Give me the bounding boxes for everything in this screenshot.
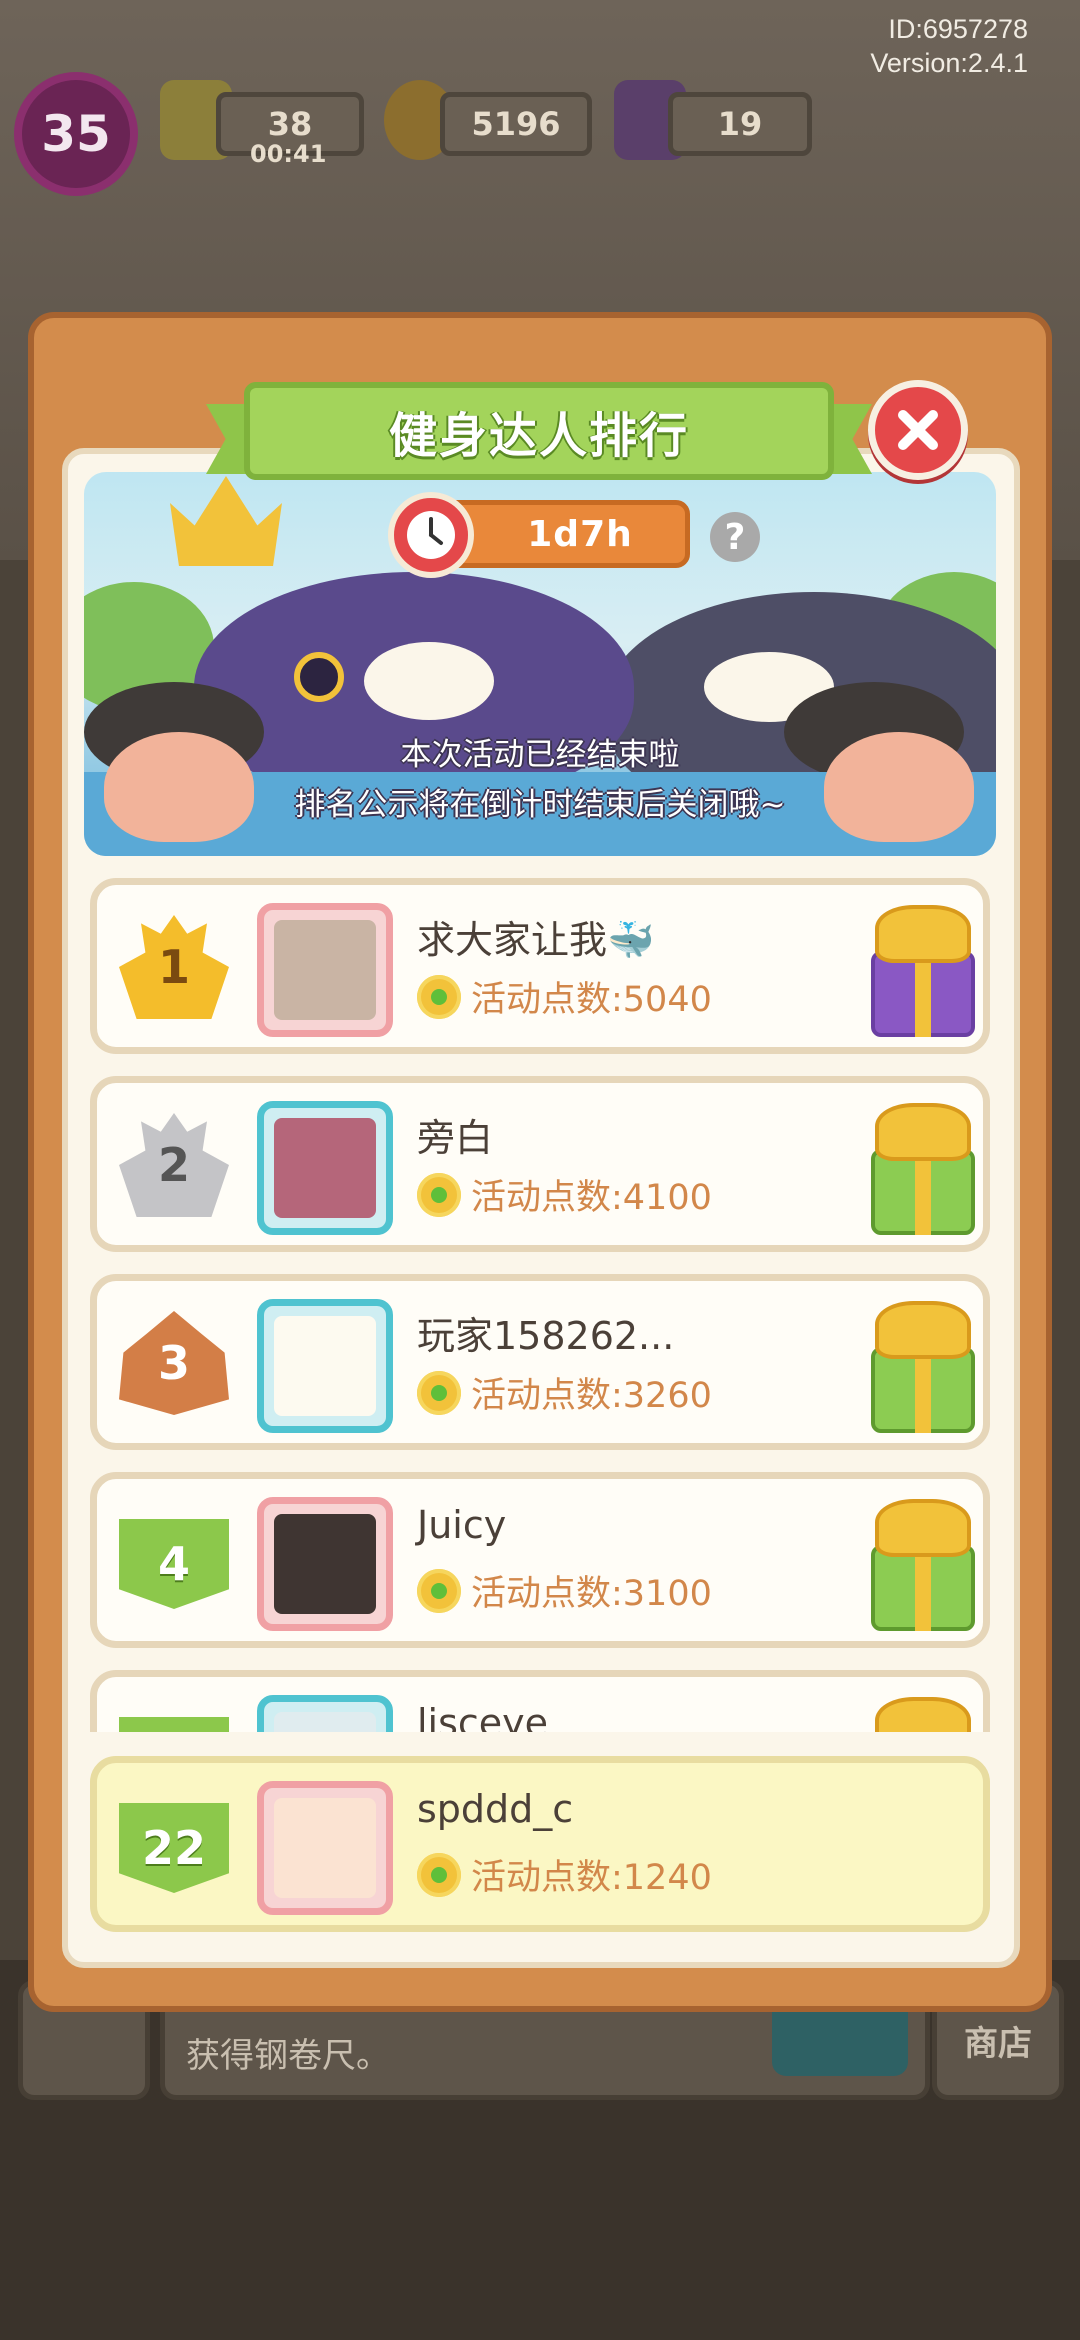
- energy-value: 38: [267, 105, 313, 143]
- player-level-badge[interactable]: 35: [14, 72, 138, 196]
- orca-eye: [294, 652, 344, 702]
- flower-point-icon: [417, 1172, 461, 1217]
- orca-patch: [364, 642, 494, 720]
- user-id-label: ID:6957278: [888, 14, 1028, 44]
- player-name: Juicy: [417, 1503, 507, 1547]
- close-button[interactable]: [868, 380, 968, 480]
- my-rank-badge: 22: [119, 1803, 229, 1893]
- player-avatar[interactable]: [257, 903, 393, 1037]
- reward-gift-green[interactable]: [865, 1697, 981, 1732]
- reward-gift-purple[interactable]: [865, 905, 981, 1039]
- points-value: 活动点数:3100: [471, 1574, 712, 1614]
- rank-badge-silver: 2: [119, 1113, 229, 1217]
- coin-value: 5196: [471, 105, 561, 143]
- my-activity-points: 活动点数:1240: [417, 1849, 712, 1900]
- build-info: ID:6957278 Version:2.4.1: [870, 12, 1028, 80]
- title-ribbon: 健身达人排行: [206, 382, 872, 484]
- activity-points: 活动点数:5040: [417, 971, 712, 1022]
- player-name: lisceye: [417, 1701, 549, 1732]
- reward-gift-green[interactable]: [865, 1301, 981, 1435]
- countdown-value: 1d7h: [527, 513, 633, 555]
- gem-value: 19: [717, 105, 763, 143]
- flower-point-icon: [417, 974, 461, 1019]
- ranking-row[interactable]: 2 旁白 活动点数:4100: [90, 1076, 990, 1252]
- coin-counter[interactable]: 5196: [440, 92, 592, 156]
- player-avatar[interactable]: [257, 1497, 393, 1631]
- points-value: 活动点数:4100: [471, 1178, 712, 1218]
- ranking-row[interactable]: 3 玩家158262... 活动点数:3260: [90, 1274, 990, 1450]
- my-points-value: 活动点数:1240: [471, 1858, 712, 1898]
- flower-point-icon: [417, 1852, 461, 1897]
- event-ended-notice: 本次活动已经结束啦 排名公示将在倒计时结束后关闭哦~: [84, 730, 996, 830]
- my-ranking-row[interactable]: 22 spddd_c 活动点数:1240: [90, 1756, 990, 1932]
- gem-counter[interactable]: 19: [668, 92, 812, 156]
- reward-gift-green[interactable]: [865, 1103, 981, 1237]
- player-avatar[interactable]: [257, 1101, 393, 1235]
- rank-badge-gold: 1: [119, 915, 229, 1019]
- ranking-row[interactable]: 4 Juicy 活动点数:3100: [90, 1472, 990, 1648]
- my-rank-panel: 22 spddd_c 活动点数:1240: [84, 1756, 996, 1948]
- rank-badge-green: 4: [119, 1519, 229, 1609]
- flower-point-icon: [417, 1370, 461, 1415]
- version-label: Version:2.4.1: [870, 48, 1028, 78]
- player-name: 求大家让我🐳: [417, 918, 655, 962]
- rank-badge-bronze: 3: [119, 1311, 229, 1415]
- energy-timer: 00:41: [250, 140, 327, 168]
- reward-gift-green[interactable]: [865, 1499, 981, 1633]
- player-name: 旁白: [417, 1116, 494, 1160]
- player-avatar[interactable]: [257, 1695, 393, 1732]
- ranking-row[interactable]: 5 lisceye: [90, 1670, 990, 1732]
- player-avatar[interactable]: [257, 1299, 393, 1433]
- modal-title: 健身达人排行: [244, 382, 834, 480]
- rank-badge-green: 5: [119, 1717, 229, 1732]
- activity-points: 活动点数:3260: [417, 1367, 712, 1418]
- my-avatar[interactable]: [257, 1781, 393, 1915]
- points-value: 活动点数:5040: [471, 980, 712, 1020]
- message-text: 获得钢卷尺。: [186, 2036, 390, 2076]
- player-name: 玩家158262...: [417, 1314, 675, 1358]
- clock-icon: [388, 492, 474, 578]
- my-player-name: spddd_c: [417, 1787, 574, 1831]
- points-value: 活动点数:3260: [471, 1376, 712, 1416]
- notice-line-2: 排名公示将在倒计时结束后关闭哦~: [294, 787, 786, 823]
- activity-points: 活动点数:3100: [417, 1565, 712, 1616]
- flower-point-icon: [417, 1568, 461, 1613]
- activity-points: 活动点数:4100: [417, 1169, 712, 1220]
- shop-label: 商店: [964, 2023, 1032, 2064]
- ranking-row[interactable]: 1 求大家让我🐳 活动点数:5040: [90, 878, 990, 1054]
- ranking-list[interactable]: 1 求大家让我🐳 活动点数:5040 2 旁白 活动点数:4100 3 玩家15…: [84, 870, 996, 1732]
- help-button[interactable]: ?: [710, 512, 760, 562]
- notice-line-1: 本次活动已经结束啦: [400, 737, 680, 773]
- close-icon: [898, 410, 938, 450]
